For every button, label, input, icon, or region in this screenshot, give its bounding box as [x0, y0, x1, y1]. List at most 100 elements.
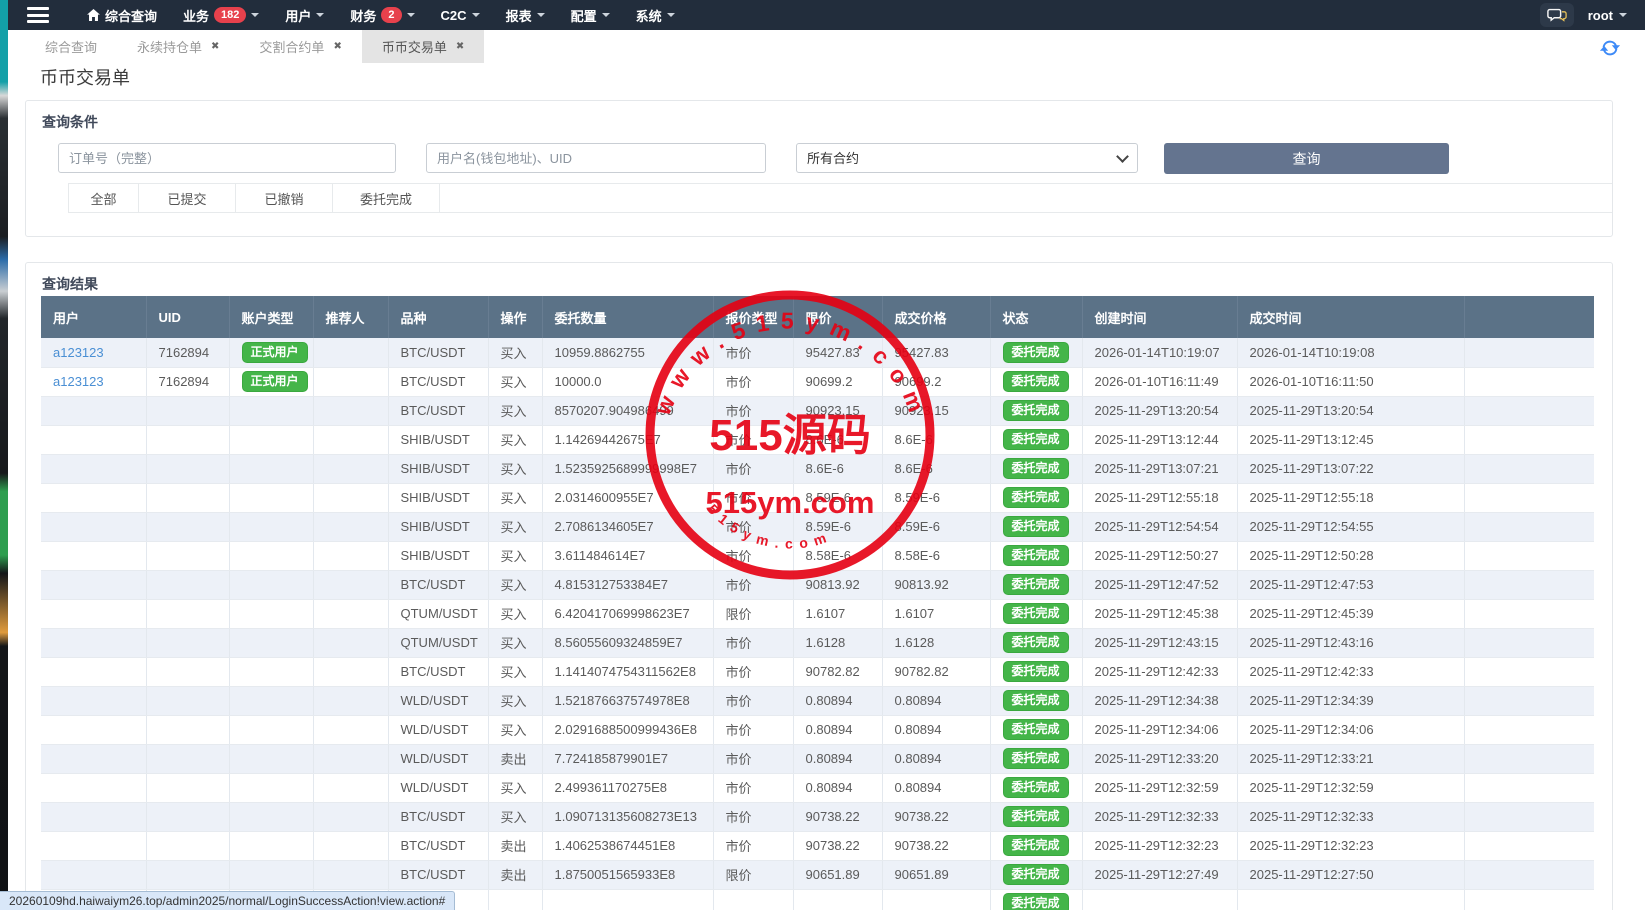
tab-币币交易单[interactable]: 币币交易单 ✖ — [362, 30, 484, 63]
column-header: 报价类型 — [713, 296, 793, 338]
home-icon — [87, 9, 100, 21]
status-badge: 委托完成 — [1003, 342, 1069, 363]
column-header — [1464, 296, 1594, 338]
search-button[interactable]: 查询 — [1164, 143, 1449, 174]
navbar-right: root — [1540, 0, 1627, 30]
nav-item[interactable]: 配置 — [571, 6, 610, 25]
status-badge: 委托完成 — [1003, 661, 1069, 682]
notification-badge: 2 — [381, 7, 401, 23]
order-number-input[interactable] — [58, 143, 396, 173]
top-navbar: 综合查询 业务182 用户 财务 2 C2C 报表 配置 系统 root — [0, 0, 1645, 30]
table-row: SHIB/USDT买入3.611484614E7市价8.58E-68.58E-6… — [41, 541, 1594, 570]
refresh-icon — [1599, 37, 1621, 59]
status-badge: 委托完成 — [1003, 429, 1069, 450]
nav-item[interactable]: 系统 — [636, 6, 675, 25]
filter-全部[interactable]: 全部 — [68, 184, 139, 212]
tab-label: 交割合约单 — [259, 37, 324, 56]
table-row: BTC/USDT买入4.815312753384E7市价90813.929081… — [41, 570, 1594, 599]
column-header: 推荐人 — [313, 296, 388, 338]
table-row: BTC/USDT卖出1.8750051565933E8限价90651.89906… — [41, 860, 1594, 889]
tab-综合查询[interactable]: 综合查询 — [25, 30, 117, 63]
caret-down-icon — [602, 13, 610, 21]
status-badge: 委托完成 — [1003, 458, 1069, 479]
caret-down-icon — [251, 13, 259, 21]
tab-永续持仓单[interactable]: 永续持仓单 ✖ — [117, 30, 239, 63]
status-badge: 委托完成 — [1003, 545, 1069, 566]
caret-down-icon — [1619, 13, 1627, 21]
refresh-button[interactable] — [1599, 37, 1621, 64]
query-panel: 查询条件 所有合约 查询 全部已提交已撤销委托完成 — [25, 100, 1613, 237]
filter-已提交[interactable]: 已提交 — [139, 184, 236, 212]
username: root — [1588, 8, 1613, 23]
navbar-menu: 综合查询 业务182 用户 财务 2 C2C 报表 配置 系统 — [87, 6, 675, 25]
status-badge: 委托完成 — [1003, 835, 1069, 856]
nav-item[interactable]: 财务 2 — [350, 6, 414, 25]
status-badge: 委托完成 — [1003, 400, 1069, 421]
status-filter-tabs: 全部已提交已撤销委托完成 — [68, 183, 1612, 213]
status-badge: 委托完成 — [1003, 864, 1069, 885]
column-header: 委托数量 — [542, 296, 713, 338]
table-header-row: 用户UID账户类型推荐人品种操作委托数量报价类型限价成交价格状态创建时间成交时间 — [41, 296, 1594, 338]
column-header: 账户类型 — [229, 296, 313, 338]
column-header: 成交价格 — [882, 296, 990, 338]
table-row: WLD/USDT卖出7.724185879901E7市价0.808940.808… — [41, 744, 1594, 773]
status-url: 20260109hd.haiwaiym26.top/admin2025/norm… — [9, 894, 445, 908]
caret-down-icon — [537, 13, 545, 21]
user-link[interactable]: a123123 — [53, 345, 104, 360]
nav-item[interactable]: 用户 — [285, 6, 324, 25]
nav-item-label: 用户 — [285, 6, 311, 25]
tab-交割合约单[interactable]: 交割合约单 ✖ — [239, 30, 361, 63]
background-window-sliver — [0, 0, 8, 910]
nav-item-label: 财务 — [350, 6, 376, 25]
nav-item[interactable]: 业务182 — [183, 6, 259, 25]
caret-down-icon — [316, 13, 324, 21]
table-row: a1231237162894正式用户BTC/USDT买入10000.0市价906… — [41, 367, 1594, 396]
open-tabs-bar: 综合查询 永续持仓单 ✖ 交割合约单 ✖ 币币交易单 ✖ — [8, 30, 1645, 63]
chat-button[interactable] — [1540, 3, 1574, 27]
status-badge: 委托完成 — [1003, 516, 1069, 537]
hamburger-menu-icon[interactable] — [27, 7, 49, 23]
page-title: 币币交易单 — [40, 64, 130, 90]
status-badge: 委托完成 — [1003, 574, 1069, 595]
nav-item-label: 系统 — [636, 6, 662, 25]
user-dropdown[interactable]: root — [1588, 8, 1627, 23]
table-row: BTC/USDT卖出1.4062538674451E8市价90738.22907… — [41, 831, 1594, 860]
table-row: BTC/USDT买入8570207.904986499市价90923.15909… — [41, 396, 1594, 425]
close-icon[interactable]: ✖ — [333, 41, 341, 52]
column-header: 操作 — [488, 296, 542, 338]
close-icon[interactable]: ✖ — [456, 41, 464, 52]
table-row: SHIB/USDT买入2.7086134605E7市价8.59E-68.59E-… — [41, 512, 1594, 541]
chat-icon — [1547, 7, 1567, 23]
filter-委托完成[interactable]: 委托完成 — [333, 184, 440, 212]
tab-label: 综合查询 — [45, 37, 97, 56]
username-input[interactable] — [426, 143, 766, 173]
user-link[interactable]: a123123 — [53, 374, 104, 389]
column-header: 状态 — [990, 296, 1082, 338]
nav-item[interactable]: C2C — [441, 8, 480, 23]
query-section-title: 查询条件 — [42, 112, 98, 132]
close-icon[interactable]: ✖ — [211, 41, 219, 52]
caret-down-icon — [407, 13, 415, 21]
column-header: 创建时间 — [1082, 296, 1237, 338]
column-header: 用户 — [41, 296, 146, 338]
status-badge: 委托完成 — [1003, 487, 1069, 508]
nav-item-label: 业务 — [183, 6, 209, 25]
nav-item-label: C2C — [441, 8, 467, 23]
tab-label: 永续持仓单 — [137, 37, 202, 56]
nav-item[interactable]: 报表 — [506, 6, 545, 25]
results-table-wrap: 用户UID账户类型推荐人品种操作委托数量报价类型限价成交价格状态创建时间成交时间… — [41, 296, 1594, 910]
tab-label: 币币交易单 — [382, 37, 447, 56]
nav-item[interactable]: 综合查询 — [87, 6, 157, 25]
contract-select[interactable]: 所有合约 — [796, 143, 1138, 173]
contract-select-wrap: 所有合约 — [796, 143, 1138, 173]
status-badge: 委托完成 — [1003, 603, 1069, 624]
table-row: BTC/USDT买入1.090713135608273E13市价90738.22… — [41, 802, 1594, 831]
account-type-badge: 正式用户 — [242, 371, 308, 392]
column-header: 品种 — [388, 296, 488, 338]
status-badge: 委托完成 — [1003, 806, 1069, 827]
filter-已撤销[interactable]: 已撤销 — [236, 184, 333, 212]
caret-down-icon — [472, 13, 480, 21]
column-header: 成交时间 — [1237, 296, 1464, 338]
app-window: 综合查询业务182用户财务2C2C报表配置系统 root 综合查询永续持仓单✖交… — [0, 0, 1645, 910]
table-row: QTUM/USDT买入8.56055609324859E7市价1.61281.6… — [41, 628, 1594, 657]
